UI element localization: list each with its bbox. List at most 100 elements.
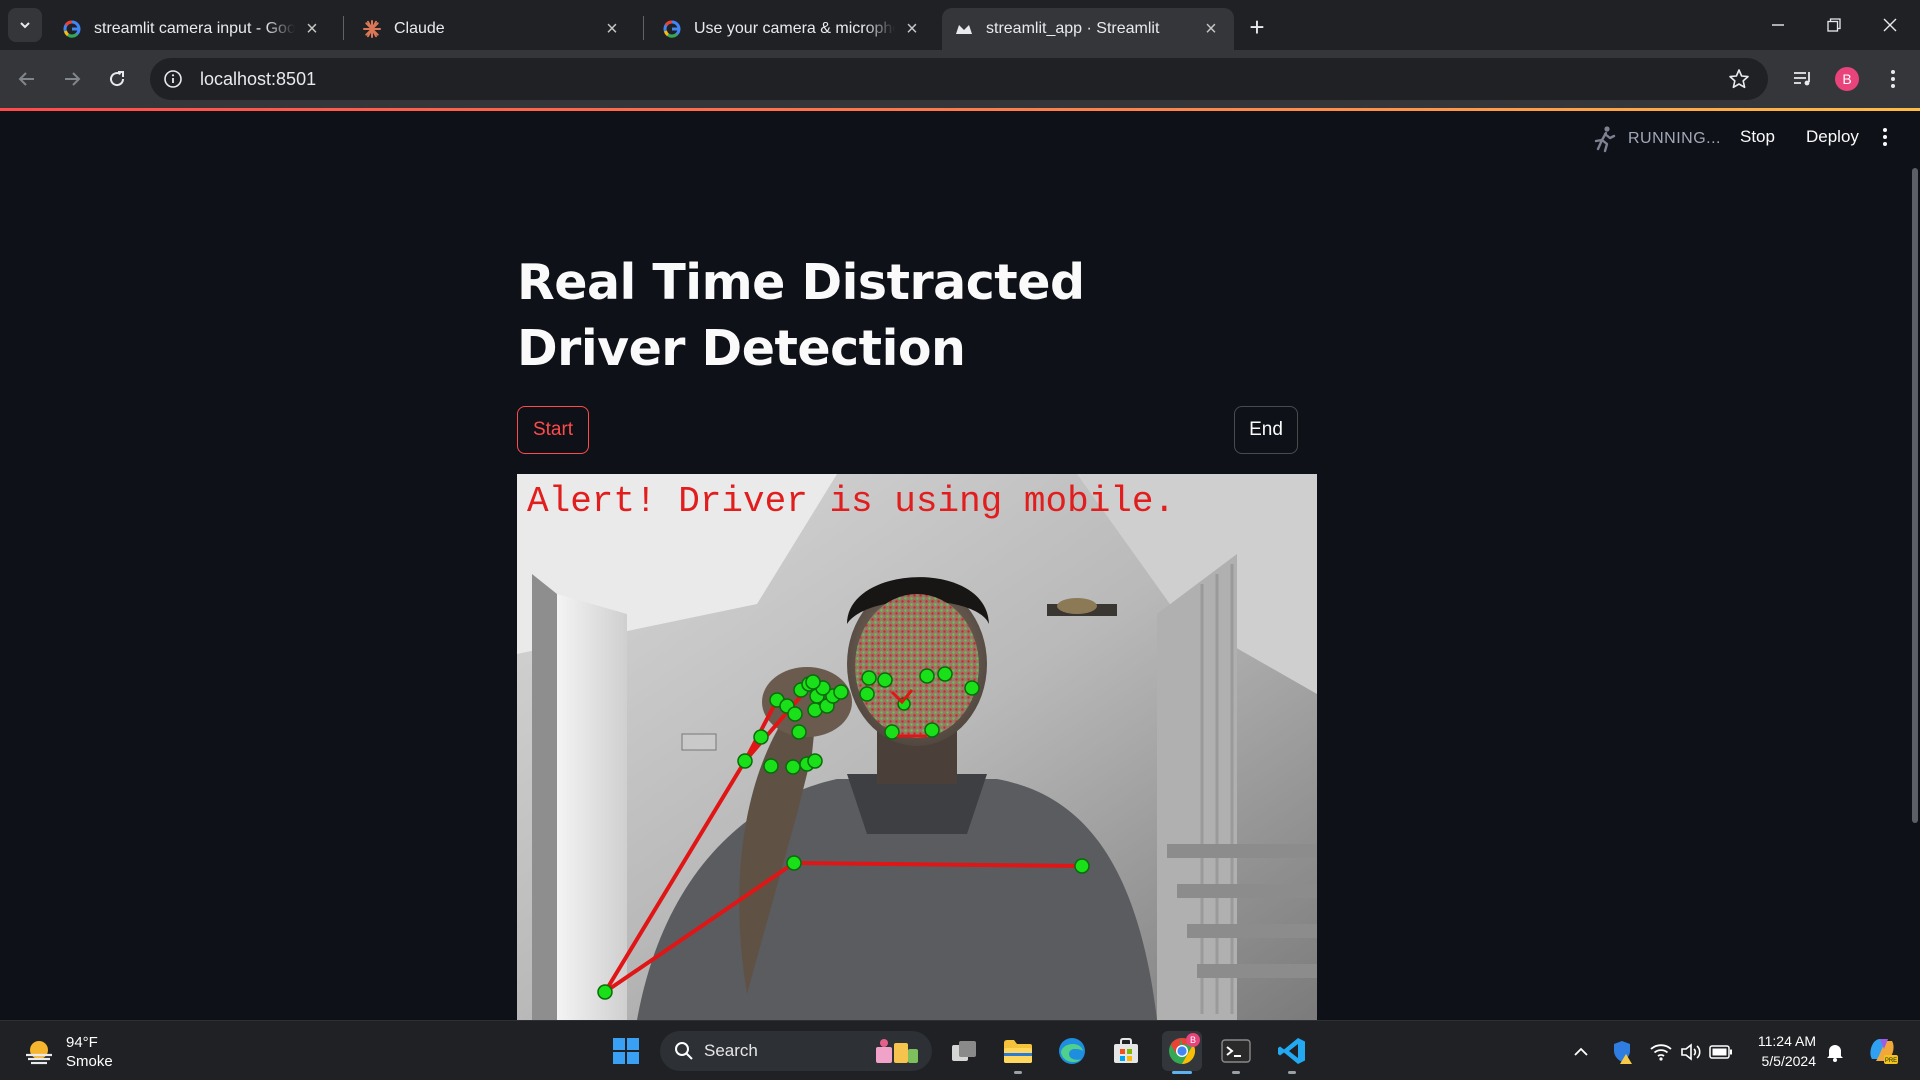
clock-date: 5/5/2024 <box>1761 1053 1817 1069</box>
bell-icon <box>1827 1045 1843 1062</box>
restore-icon <box>1827 18 1841 32</box>
running-man-icon <box>1594 126 1616 153</box>
tab-title: streamlit camera input - Google <box>94 20 295 37</box>
copilot-button[interactable]: PRE <box>1866 1035 1898 1065</box>
reload-button[interactable] <box>100 62 134 96</box>
volume-tray-icon[interactable] <box>1678 1039 1704 1065</box>
task-view-icon <box>952 1041 976 1061</box>
folder-icon <box>1004 1040 1032 1063</box>
search-icon <box>675 1042 693 1060</box>
battery-tray-icon[interactable] <box>1708 1039 1734 1065</box>
vscode-button[interactable] <box>1272 1031 1312 1074</box>
claude-icon <box>362 19 382 39</box>
speaker-icon <box>1681 1043 1701 1061</box>
system-clock[interactable]: 11:24 AM 5/5/2024 <box>1750 1031 1816 1071</box>
end-button[interactable]: End <box>1234 406 1298 454</box>
sun-haze-icon <box>26 1041 52 1065</box>
deploy-button[interactable]: Deploy <box>1806 127 1859 147</box>
kebab-menu-icon <box>1891 70 1895 88</box>
close-icon[interactable]: × <box>1200 18 1222 40</box>
new-tab-button[interactable]: + <box>1242 12 1272 42</box>
wifi-icon <box>1650 1044 1672 1061</box>
site-info-icon[interactable] <box>162 68 184 90</box>
edge-button[interactable] <box>1052 1031 1092 1071</box>
chevron-down-icon <box>20 22 30 29</box>
running-status-text: RUNNING... <box>1628 130 1721 147</box>
browser-toolbar: localhost:8501 B <box>0 50 1920 108</box>
chevron-up-icon <box>1574 1047 1588 1056</box>
tab-streamlit-app[interactable]: streamlit_app · Streamlit × <box>942 8 1234 50</box>
copilot-icon: PRE <box>1870 1039 1898 1064</box>
battery-icon <box>1709 1045 1732 1059</box>
microsoft-store-icon <box>1114 1038 1138 1063</box>
tab-separator <box>643 16 644 40</box>
back-button[interactable] <box>10 62 44 96</box>
webcam-frame: Alert! Driver is using mobile. <box>517 474 1317 1020</box>
bookmark-star-icon[interactable] <box>1728 68 1750 95</box>
webcam-feed: Alert! Driver is using mobile. <box>517 474 1317 1020</box>
defender-tray-icon[interactable] <box>1610 1039 1636 1065</box>
tab-title: Use your camera & microphone <box>694 20 895 37</box>
chrome-button[interactable]: B <box>1162 1031 1202 1074</box>
restore-button[interactable] <box>1806 0 1862 50</box>
page-title: Real Time Distracted Driver Detection <box>517 254 1085 377</box>
edge-icon <box>1059 1038 1085 1064</box>
main-menu-button[interactable] <box>1882 127 1888 152</box>
task-view-button[interactable] <box>944 1031 984 1071</box>
close-window-button[interactable] <box>1862 0 1918 50</box>
file-explorer-button[interactable] <box>998 1031 1038 1074</box>
running-indicator <box>1172 1071 1192 1074</box>
stop-button[interactable]: Stop <box>1740 127 1775 147</box>
windows-logo-icon <box>613 1038 639 1064</box>
running-indicator <box>1014 1071 1022 1074</box>
arrow-left-icon <box>18 72 34 86</box>
start-button[interactable]: Start <box>517 406 589 454</box>
vscode-icon <box>1278 1038 1305 1064</box>
terminal-button[interactable] <box>1216 1031 1256 1074</box>
close-icon[interactable]: × <box>601 18 623 40</box>
minimize-icon <box>1772 24 1784 26</box>
tab-search-button[interactable] <box>8 8 42 42</box>
weather-temp: 94°F <box>66 1034 98 1051</box>
running-indicator <box>1288 1071 1296 1074</box>
windows-taskbar: 94°F Smoke Search B 11:24 AM 5/5/2024 PR… <box>0 1020 1920 1080</box>
forward-button[interactable] <box>55 62 89 96</box>
address-bar[interactable]: localhost:8501 <box>150 58 1768 100</box>
kebab-menu-icon <box>1883 128 1887 146</box>
show-hidden-icons-button[interactable] <box>1568 1039 1594 1065</box>
tab-title: Claude <box>394 20 445 37</box>
google-icon <box>62 19 82 39</box>
avatar: B <box>1835 67 1859 91</box>
weather-desc: Smoke <box>66 1053 113 1070</box>
streamlit-icon <box>954 19 974 39</box>
url-text: localhost:8501 <box>200 68 317 89</box>
weather-widget[interactable]: 94°F Smoke <box>22 1033 113 1071</box>
close-icon[interactable]: × <box>901 18 923 40</box>
tab-google-search[interactable]: streamlit camera input - Google × <box>50 8 335 50</box>
search-highlight-icon <box>876 1039 918 1063</box>
minimize-button[interactable] <box>1750 0 1806 50</box>
taskbar-search[interactable]: Search <box>660 1031 932 1071</box>
start-button[interactable] <box>606 1031 646 1071</box>
terminal-icon <box>1221 1039 1251 1063</box>
media-queue-icon <box>1794 72 1810 86</box>
svg-text:PRE: PRE <box>1885 1058 1897 1064</box>
store-button[interactable] <box>1106 1031 1146 1071</box>
alert-text: Alert! Driver is using mobile. <box>527 481 1175 522</box>
streamlit-header: RUNNING... Stop Deploy <box>0 111 1920 167</box>
reload-icon <box>110 71 125 87</box>
close-icon[interactable]: × <box>301 18 323 40</box>
browser-menu-button[interactable] <box>1876 62 1910 96</box>
notifications-button[interactable] <box>1822 1039 1848 1065</box>
page-scrollbar[interactable] <box>1912 168 1918 823</box>
profile-button[interactable]: B <box>1830 62 1864 96</box>
close-icon <box>1883 18 1897 32</box>
tab-claude[interactable]: Claude × <box>350 8 635 50</box>
clock-time: 11:24 AM <box>1757 1033 1816 1049</box>
wifi-tray-icon[interactable] <box>1648 1039 1674 1065</box>
tab-separator <box>343 16 344 40</box>
running-status: RUNNING... <box>1590 125 1721 153</box>
running-indicator <box>1232 1071 1240 1074</box>
reading-list-button[interactable] <box>1786 62 1820 96</box>
tab-camera-help[interactable]: Use your camera & microphone × <box>650 8 935 50</box>
